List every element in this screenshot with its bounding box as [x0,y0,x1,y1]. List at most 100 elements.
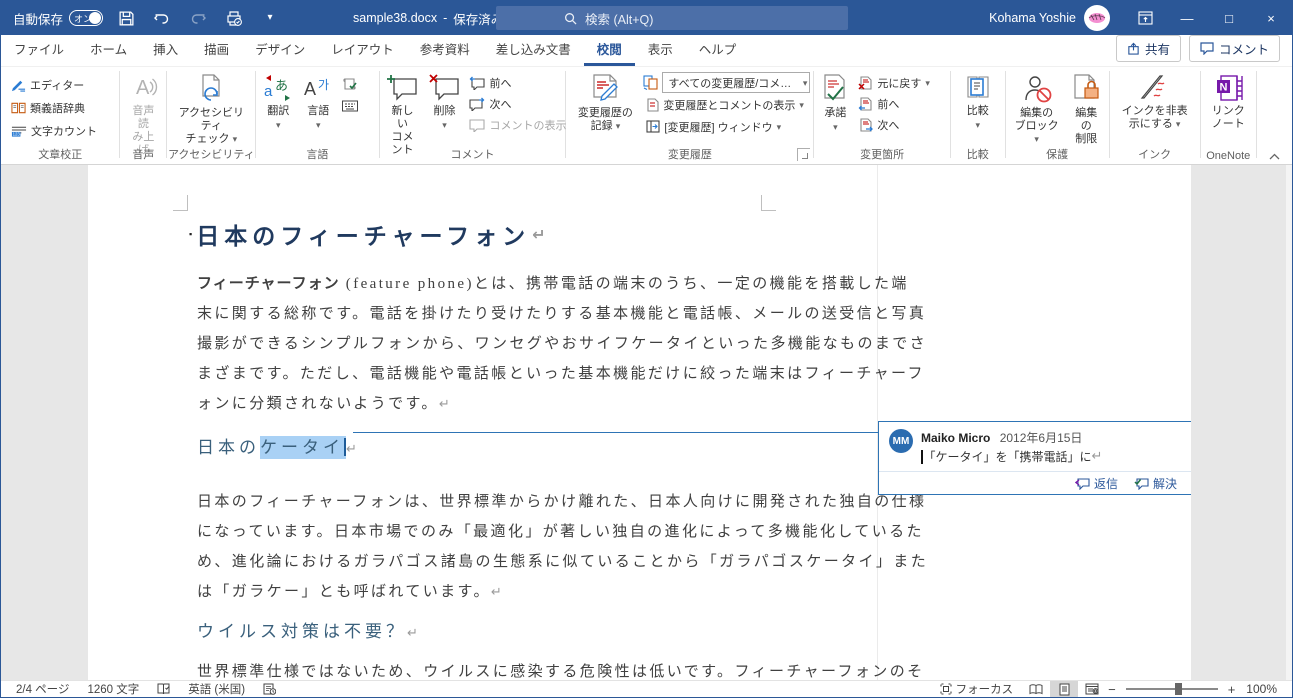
tab-review[interactable]: 校閲 [583,32,635,66]
markup-mode-icon [643,75,658,90]
ribbon-display-options-icon[interactable] [1124,1,1166,35]
comment-card[interactable]: MM Maiko Micro 2012年6月15日 「ケータイ」を「携帯電話」に… [878,421,1191,495]
minimize-button[interactable]: — [1166,1,1208,35]
linked-notes-button[interactable]: N リンク ノート [1208,71,1249,134]
accept-button[interactable]: 承諾 ▾ [817,71,853,134]
text-line: まざまです。ただし、電話機能や電話帳といった基本機能だけに絞った端末はフィーチャ… [197,366,925,382]
zoom-in-button[interactable]: + [1226,682,1238,697]
show-markup-button[interactable]: 変更履歴とコメントの表示 ▾ [643,95,810,114]
display-for-review-combo[interactable]: すべての変更履歴/コメ… ▾ [662,72,811,93]
previous-change-button[interactable]: 前へ [855,94,933,113]
comments-button[interactable]: コメント [1188,35,1280,62]
word-count-button[interactable]: 123 文字カウント [8,121,100,140]
accessibility-check-icon [202,74,220,101]
next-comment-button[interactable]: 次へ [466,94,569,113]
upload-status-icon[interactable] [254,681,285,697]
qat-customize-icon[interactable]: ▾ [257,5,283,31]
paragraph-1[interactable]: フィーチャーフォン (feature phone)とは、携帯電話の端末のうち、一… [197,269,925,420]
document-title: sample38.docx - 保存済み ▾ [353,9,514,28]
document-canvas[interactable]: ▪ 日本のフィーチャーフォン ↵ フィーチャーフォン (feature phon… [1,165,1292,680]
page-number-status[interactable]: 2/4 ページ [7,681,78,697]
svg-text:A: A [304,79,316,99]
tab-design[interactable]: デザイン [242,32,318,66]
word-count-status[interactable]: 1260 文字 [78,681,148,697]
delete-comment-button[interactable]: 削除 ▾ [424,71,464,132]
comment-text[interactable]: 「ケータイ」を「携帯電話」に [924,448,1092,465]
save-icon[interactable] [113,5,139,31]
reject-button[interactable]: 元に戻す ▾ [855,73,933,92]
language-status[interactable]: 英語 (米国) [179,681,254,697]
compare-button[interactable]: 比較 ▾ [958,71,998,132]
next-change-button[interactable]: 次へ [855,115,933,134]
tracking-dialog-launcher-icon[interactable] [797,148,811,161]
text-line: になっています。日本市場でのみ「最適化」が著しい独自の進化によって多機能化してい… [197,524,924,540]
filename: sample38.docx [353,11,438,25]
tab-home[interactable]: ホーム [77,32,140,66]
autosave-toggle[interactable]: 自動保存 オン [13,9,104,28]
hide-ink-button[interactable]: インクを非表 示にする ▾ [1118,71,1192,134]
tab-file[interactable]: ファイル [1,32,77,66]
reviewing-pane-button[interactable]: [変更履歴] ウィンドウ ▾ [643,117,810,136]
text-line: め、進化論におけるガラパゴス諸島の生態系に似ていることから「ガラパゴスケータイ」… [197,554,929,570]
previous-comment-button[interactable]: 前へ [466,73,569,92]
reply-button[interactable]: 返信 [1074,475,1118,492]
section-heading-1[interactable]: 日本のケータイ ↵ [197,433,357,465]
zoom-level[interactable]: 100% [1237,681,1286,697]
tab-layout[interactable]: レイアウト [318,32,407,66]
tab-insert[interactable]: 挿入 [140,32,191,66]
editor-button[interactable]: エディター [8,75,100,94]
zoom-slider-handle[interactable] [1175,683,1183,695]
text-line: フィーチャーフォン (feature phone)とは、携帯電話の端末のうち、一… [197,276,909,292]
thesaurus-button[interactable]: 類義語辞典 [8,98,100,117]
focus-mode-button[interactable]: フォーカス [931,681,1023,697]
track-changes-button[interactable]: 変更履歴の 記録 ▾ [569,71,641,136]
document-heading-title[interactable]: ▪ 日本のフィーチャーフォン ↵ [189,217,546,251]
translate-button[interactable]: aあ 翻訳 ▾ [259,71,297,132]
tab-view[interactable]: 表示 [635,32,686,66]
next-comment-icon [469,97,485,111]
display-for-review-dropdown[interactable]: すべての変更履歴/コメ… ▾ [643,72,811,93]
status-bar: 2/4 ページ 1260 文字 英語 (米国) フォーカス − + 100% [1,680,1292,697]
zoom-out-button[interactable]: − [1106,682,1118,697]
selected-text[interactable]: ケータイ [260,436,346,459]
vertical-scrollbar[interactable] [1286,165,1292,680]
paragraph-mark: ↵ [407,626,418,641]
ime-pad-button[interactable] [339,96,361,115]
collapse-ribbon-icon[interactable] [1257,149,1292,164]
tab-draw[interactable]: 描画 [191,32,242,66]
read-mode-button[interactable] [1022,681,1050,697]
reviewing-pane-icon [646,120,660,133]
print-layout-button[interactable] [1050,681,1079,697]
avatar[interactable] [1084,5,1110,31]
autosave-switch[interactable]: オン [69,10,104,26]
group-tracking: 変更履歴の記録 ▾ すべての変更履歴/コメ… ▾ 変更履歴とコメントの表示 ▾ [566,67,813,164]
section-heading-2[interactable]: ウイルス対策は不要？↵ [197,617,418,649]
paragraph-mark: ↵ [490,585,502,600]
proofing-status-icon[interactable] [148,681,179,697]
accessibility-check-button[interactable]: アクセシビリティ チェック ▾ [170,71,252,149]
resolve-button[interactable]: 解決 [1134,475,1177,492]
dictionary-register-button[interactable] [339,75,361,94]
tab-references[interactable]: 参考資料 [407,32,483,66]
share-button[interactable]: 共有 [1115,35,1181,62]
group-label-comments: コメント [450,149,495,161]
text-line: ォンに分類されないようです。↵ [197,396,450,412]
paragraph-3[interactable]: 世界標準仕様ではないため、ウイルスに感染する危険性は低いです。フィーチャーフォン… [197,657,922,680]
undo-icon[interactable] [149,5,175,31]
tab-mailings[interactable]: 差し込み文書 [483,32,584,66]
zoom-slider[interactable] [1125,683,1218,695]
tab-help[interactable]: ヘルプ [686,32,750,66]
group-compare: 比較 ▾ 比較 [951,67,1005,164]
account-button[interactable]: Kohama Yoshie [989,5,1110,31]
search-input[interactable]: 検索 (Alt+Q) [496,6,848,30]
close-button[interactable]: × [1250,1,1292,35]
web-layout-button[interactable] [1078,681,1106,697]
maximize-button[interactable]: □ [1208,1,1250,35]
next-change-icon [860,117,874,132]
restrict-editing-button[interactable]: 編集の 制限 [1067,71,1106,149]
language-button[interactable]: A가 言語 ▾ [299,71,337,132]
print-preview-icon[interactable] [221,5,247,31]
paragraph-2[interactable]: 日本のフィーチャーフォンは、世界標準からかけ離れた、日本人向けに開発された独自の… [197,487,929,608]
comment-avatar[interactable]: MM [889,429,913,453]
block-authors-button[interactable]: 編集の ブロック ▾ [1009,71,1065,149]
